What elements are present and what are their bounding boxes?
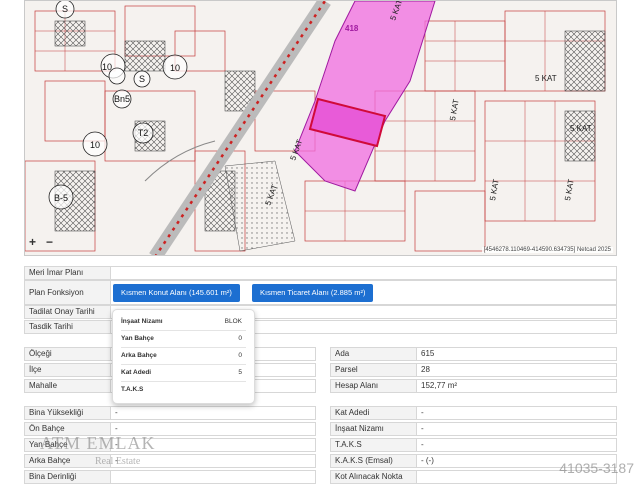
ada-label: Ada [331,348,417,360]
tooltip-label: Yan Bahçe [121,335,154,342]
svg-text:5 KAT: 5 KAT [570,124,592,133]
bina-derinligi-label: Bina Derinliği [25,471,111,483]
bina-derinligi-row: Bina Derinliği [24,470,316,484]
kaks-value: - (-) [421,456,434,465]
kat-adedi-row: Kat Adedi - [330,406,617,420]
insaat-nizami-label: İnşaat Nizamı [331,423,417,435]
divider [121,364,246,365]
watermark-subtitle: Real Estate [95,456,141,467]
tadilat-label: Tadilat Onay Tarihi [25,306,111,318]
svg-text:T2: T2 [138,128,149,138]
watermark-logo: ATM EMLAK [40,433,156,453]
svg-text:10: 10 [102,62,112,72]
divider [121,381,246,382]
ilce-label: İlçe [25,364,111,376]
watermark-phone: 41035-3187 [559,460,634,476]
svg-text:B-5: B-5 [54,193,68,203]
map-canvas[interactable]: S10 10 10SBn5 B-5T2 418 5 KAT 5 KAT 5 KAT… [25,1,617,256]
tooltip-row: İnşaat Nizamı BLOK [121,316,246,328]
tooltip-value: 0 [238,335,242,342]
parsel-value: 28 [421,365,430,374]
taks-value: - [421,440,424,449]
parsel-row: Parsel 28 [330,363,617,377]
mahalle-label: Mahalle [25,380,111,392]
zoning-map[interactable]: S 10 10 10 S Bn5 B-5 T2 418 5 KAT 5 KAT 5 KAT… [24,0,617,256]
kaks-label: K.A.K.S (Emsal) [331,455,417,467]
tooltip-row: Yan Bahçe 0 [121,333,246,345]
divider [121,347,246,348]
svg-text:Bn5: Bn5 [114,94,130,104]
hesap-alani-value: 152,77 m² [421,381,458,390]
svg-text:S: S [139,74,145,84]
tooltip-value: 0 [238,352,242,359]
tooltip-row: Kat Adedi 5 [121,367,246,379]
tooltip-label: İnşaat Nizamı [121,318,163,325]
kat-adedi-label: Kat Adedi [331,407,417,419]
imar-plani-label: Meri İmar Planı [25,267,111,279]
bina-yuksekligi-row: Bina Yüksekliği - [24,406,316,420]
tooltip-label: Arka Bahçe [121,352,157,359]
coordinate-readout: [4546278.110469-414590.634735] Netcad 20… [481,247,613,253]
imar-plani-row: Meri İmar Planı [24,266,617,280]
tooltip-row: Arka Bahçe 0 [121,350,246,362]
svg-text:10: 10 [90,140,100,150]
zoom-out-button[interactable]: − [46,235,53,249]
hesap-alani-row: Hesap Alanı 152,77 m² [330,379,617,393]
svg-text:S: S [62,4,68,14]
svg-text:5 KAT: 5 KAT [535,74,557,83]
parsel-label: Parsel [331,364,417,376]
konut-alani-button[interactable]: Kısmen Konut Alanı (145.601 m²) [113,284,240,302]
taks-label: T.A.K.S [331,439,417,451]
tooltip-value: BLOK [224,318,242,325]
svg-text:10: 10 [170,63,180,73]
kat-adedi-value: - [421,408,424,417]
plan-function-tooltip: İnşaat Nizamı BLOK Yan Bahçe 0 Arka Bahç… [112,309,255,404]
kot-label: Kot Alınacak Nokta [331,471,417,483]
svg-text:418: 418 [345,24,359,33]
ada-row: Ada 615 [330,347,617,361]
ticaret-alani-button[interactable]: Kısmen Ticaret Alanı (2.885 m²) [252,284,374,302]
tooltip-row: T.A.K.S [121,384,246,396]
tooltip-value: 5 [238,369,242,376]
divider [121,330,246,331]
tooltip-label: T.A.K.S [121,386,144,393]
arka-bahce-row: Arka Bahçe - [24,454,316,468]
plan-fonksiyon-label: Plan Fonksiyon [25,281,111,304]
taks-row: T.A.K.S - [330,438,617,452]
insaat-nizami-row: İnşaat Nizamı - [330,422,617,436]
insaat-nizami-value: - [421,424,424,433]
olcegi-label: Ölçeği [25,348,111,360]
zoom-in-button[interactable]: + [29,235,36,249]
zoom-controls: + − [29,235,53,249]
ada-value: 615 [421,349,435,358]
bina-yuksekligi-value: - [115,408,118,417]
tooltip-label: Kat Adedi [121,369,152,376]
hesap-alani-label: Hesap Alanı [331,380,417,392]
bina-yuksekligi-label: Bina Yüksekliği [25,407,111,419]
tasdik-label: Tasdik Tarihi [25,321,111,333]
